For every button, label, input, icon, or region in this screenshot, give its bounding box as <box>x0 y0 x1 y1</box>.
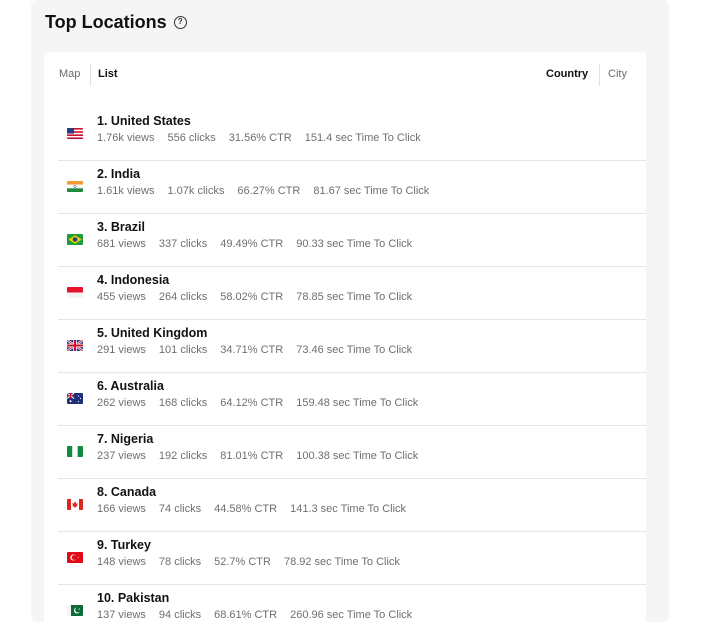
locations-card: Map List Country City 1. United States 1… <box>44 52 646 632</box>
in-flag-icon <box>67 181 83 192</box>
ctr-value: 31.56% CTR <box>228 132 292 144</box>
location-name: 4. Indonesia <box>97 273 170 287</box>
time-to-click: 260.96 sec Time To Click <box>290 609 413 621</box>
tab-divider <box>599 64 600 86</box>
location-stats: 237 views 192 clicks 81.01% CTR 100.38 sec … <box>97 450 431 462</box>
panel-header: Top Locations ? <box>45 10 187 34</box>
ca-flag-icon <box>67 499 83 510</box>
location-name: 6. Australia <box>97 379 164 393</box>
clicks-count: 1.07k clicks <box>167 185 225 197</box>
clicks-count: 94 clicks <box>158 609 202 621</box>
ctr-value: 68.61% CTR <box>214 609 278 621</box>
au-flag-icon <box>67 393 83 404</box>
ctr-value: 66.27% CTR <box>237 185 301 197</box>
time-to-click: 81.67 sec Time To Click <box>313 185 430 197</box>
clicks-count: 74 clicks <box>158 503 202 515</box>
location-stats: 262 views 168 clicks 64.12% CTR 159.48 sec … <box>97 397 431 409</box>
br-flag-icon <box>67 234 83 245</box>
list-item[interactable]: 3. Brazil 681 views 337 clicks 49.49% CTR 9… <box>58 214 646 267</box>
clicks-count: 192 clicks <box>158 450 208 462</box>
pk-flag-icon <box>67 605 83 616</box>
panel-title: Top Locations <box>45 11 167 32</box>
ng-flag-icon <box>67 446 83 457</box>
location-name: 10. Pakistan <box>97 591 170 605</box>
time-to-click: 100.38 sec Time To Click <box>296 450 419 462</box>
ctr-value: 49.49% CTR <box>220 238 284 250</box>
location-name: 7. Nigeria <box>97 432 154 446</box>
ctr-value: 44.58% CTR <box>214 503 278 515</box>
views-count: 291 views <box>97 344 146 356</box>
time-to-click: 78.92 sec Time To Click <box>283 556 400 568</box>
id-flag-icon <box>67 287 83 298</box>
clicks-count: 168 clicks <box>158 397 208 409</box>
list-item[interactable]: 4. Indonesia 455 views 264 clicks 58.02% C… <box>58 267 646 320</box>
list-item[interactable]: 10. Pakistan 137 views 94 clicks 68.61% CT… <box>58 585 646 637</box>
location-name: 9. Turkey <box>97 538 151 552</box>
location-name: 1. United States <box>97 114 191 128</box>
views-count: 681 views <box>97 238 146 250</box>
locations-toolbar: Map List Country City <box>44 52 646 98</box>
list-item[interactable]: 9. Turkey 148 views 78 clicks 52.7% CTR 78.… <box>58 532 646 585</box>
location-stats: 1.61k views 1.07k clicks 66.27% CTR 81.67 s… <box>97 185 442 197</box>
gb-flag-icon <box>67 340 83 351</box>
views-count: 166 views <box>97 503 146 515</box>
location-stats: 166 views 74 clicks 44.58% CTR 141.3 sec Ti… <box>97 503 419 515</box>
time-to-click: 159.48 sec Time To Click <box>296 397 419 409</box>
tab-city[interactable]: City <box>608 68 627 80</box>
ctr-value: 52.7% CTR <box>214 556 271 568</box>
time-to-click: 141.3 sec Time To Click <box>290 503 407 515</box>
views-count: 148 views <box>97 556 146 568</box>
location-stats: 148 views 78 clicks 52.7% CTR 78.92 sec Tim… <box>97 556 413 568</box>
location-stats: 1.76k views 556 clicks 31.56% CTR 151.4 sec… <box>97 132 434 144</box>
list-item[interactable]: 7. Nigeria 237 views 192 clicks 81.01% CTR… <box>58 426 646 479</box>
views-count: 237 views <box>97 450 146 462</box>
views-count: 1.76k views <box>97 132 155 144</box>
time-to-click: 78.85 sec Time To Click <box>296 291 413 303</box>
clicks-count: 556 clicks <box>167 132 216 144</box>
tab-divider <box>90 64 91 86</box>
ctr-value: 81.01% CTR <box>220 450 284 462</box>
clicks-count: 337 clicks <box>158 238 208 250</box>
clicks-count: 264 clicks <box>158 291 208 303</box>
time-to-click: 151.4 sec Time To Click <box>304 132 421 144</box>
list-item[interactable]: 6. Australia 262 views 168 clicks 64.12% C… <box>58 373 646 426</box>
clicks-count: 101 clicks <box>158 344 208 356</box>
tab-map[interactable]: Map <box>59 68 80 80</box>
question-circle-icon[interactable]: ? <box>173 15 187 29</box>
tab-list[interactable]: List <box>98 68 118 80</box>
list-item[interactable]: 8. Canada 166 views 74 clicks 44.58% CTR 14… <box>58 479 646 532</box>
views-count: 137 views <box>97 609 146 621</box>
views-count: 455 views <box>97 291 146 303</box>
views-count: 1.61k views <box>97 185 155 197</box>
tab-country[interactable]: Country <box>546 68 588 80</box>
list-item[interactable]: 5. United Kingdom 291 views 101 clicks 34.… <box>58 320 646 373</box>
location-stats: 681 views 337 clicks 49.49% CTR 90.33 sec T… <box>97 238 425 250</box>
location-stats: 291 views 101 clicks 34.71% CTR 73.46 sec T… <box>97 344 425 356</box>
ctr-value: 34.71% CTR <box>220 344 284 356</box>
location-name: 5. United Kingdom <box>97 326 208 340</box>
top-locations-panel: Top Locations ? Map List Country City 1.… <box>31 0 669 632</box>
list-item[interactable]: 1. United States 1.76k views 556 clicks 31… <box>58 108 646 161</box>
tr-flag-icon <box>67 552 83 563</box>
clicks-count: 78 clicks <box>158 556 202 568</box>
location-stats: 455 views 264 clicks 58.02% CTR 78.85 sec T… <box>97 291 425 303</box>
location-stats: 137 views 94 clicks 68.61% CTR 260.96 sec T… <box>97 609 425 621</box>
views-count: 262 views <box>97 397 146 409</box>
ctr-value: 58.02% CTR <box>220 291 284 303</box>
us-flag-icon <box>67 128 83 139</box>
location-name: 3. Brazil <box>97 220 145 234</box>
ctr-value: 64.12% CTR <box>220 397 284 409</box>
time-to-click: 73.46 sec Time To Click <box>296 344 413 356</box>
location-name: 2. India <box>97 167 141 181</box>
location-name: 8. Canada <box>97 485 157 499</box>
time-to-click: 90.33 sec Time To Click <box>296 238 413 250</box>
locations-list: 1. United States 1.76k views 556 clicks 31… <box>44 108 646 637</box>
list-item[interactable]: 2. India 1.61k views 1.07k clicks 66.27% C… <box>58 161 646 214</box>
